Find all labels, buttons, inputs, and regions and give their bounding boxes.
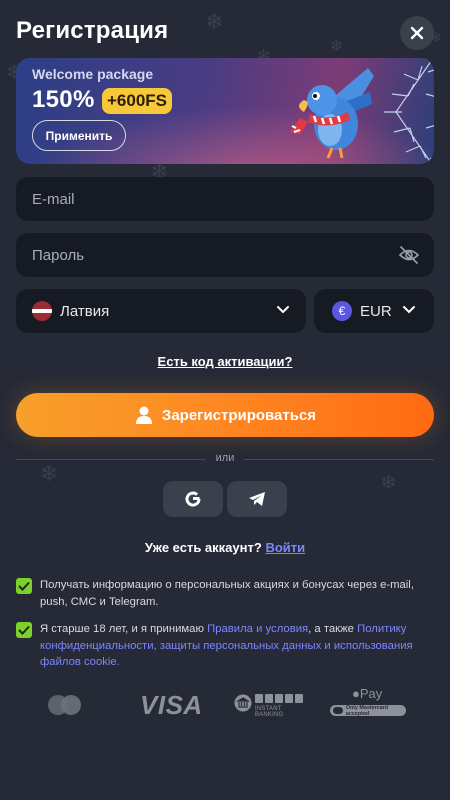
telegram-icon [249,492,265,506]
or-separator: или [215,452,235,464]
email-field[interactable]: E-mail [16,177,434,221]
close-button[interactable] [400,16,434,50]
terms-link[interactable]: Правила и условия [207,623,308,635]
login-prompt-text: Уже есть аккаунт? [144,540,262,555]
latvia-flag-icon [32,301,52,321]
login-link[interactable]: Войти [265,540,305,555]
marketing-consent: Получать информацию о персональных акция… [16,577,434,610]
activation-code-link[interactable]: Есть код активации? [0,354,450,369]
apply-bonus-button[interactable]: Применить [32,120,126,151]
bank-tiles [255,694,303,703]
visa-logo: VISA [140,690,203,720]
toggle-icon [333,707,343,714]
payment-methods: VISA INSTANT BANKING ●Pay Only Mastercar… [0,686,450,726]
terms-middle: , а также [308,623,354,635]
password-field[interactable]: Пароль [16,233,434,277]
email-placeholder: E-mail [32,190,75,208]
checkmark-icon [18,625,30,635]
marketing-consent-checkbox[interactable] [16,578,32,594]
marketing-consent-text: Получать информацию о персональных акция… [40,579,414,608]
page-title: Регистрация [16,17,169,44]
instant-banking-logo: INSTANT BANKING [234,692,310,722]
google-login-button[interactable] [163,481,223,517]
chevron-down-icon [277,306,289,314]
apple-pay-text: Pay [359,686,383,701]
telegram-login-button[interactable] [227,481,287,517]
mastercard-icon [48,695,81,715]
terms-prefix: Я старше 18 лет, и я принимаю [40,623,204,635]
welcome-banner: Welcome package 150% +600FS Применить [16,58,434,164]
parrot-mascot-image [290,68,374,159]
modal-header: Регистрация [16,14,434,50]
close-icon [410,26,424,40]
euro-icon: € [332,301,352,321]
register-button[interactable]: Зарегистрироваться [16,393,434,437]
free-spins-badge: +600FS [102,88,173,114]
divider-right [244,459,434,460]
terms-consent: Я старше 18 лет, и я принимаю Правила и … [16,621,434,671]
apple-icon: ● [352,686,360,701]
banner-subtitle: Welcome package [32,66,154,82]
apple-pay-logo: ●Pay Only Mastercard accepted [330,686,408,720]
user-icon [135,406,152,424]
instant-banking-label: INSTANT BANKING [255,706,284,718]
google-icon [185,491,201,507]
chevron-down-icon [403,306,415,314]
country-value: Латвия [60,302,110,320]
eye-off-icon[interactable] [398,245,420,265]
login-prompt: Уже есть аккаунт? Войти [0,540,450,555]
apple-pay-wordmark: ●Pay [352,686,382,701]
terms-consent-checkbox[interactable] [16,622,32,638]
snowflake-decoration: ❄ [40,462,59,487]
checkmark-icon [18,581,30,591]
currency-value: EUR [360,302,392,320]
apple-pay-note-pill: Only Mastercard accepted [330,704,406,717]
apple-pay-note: Only Mastercard accepted [345,704,389,717]
bank-icon [234,694,252,712]
country-select[interactable]: Латвия [16,289,306,333]
snowflake-decoration: ❄ [380,470,397,494]
register-label: Зарегистрироваться [161,406,317,424]
password-placeholder: Пароль [32,246,85,264]
bonus-percent: 150% [32,86,95,113]
terms-consent-text: Я старше 18 лет, и я принимаю Правила и … [40,621,434,671]
currency-select[interactable]: € EUR [314,289,434,333]
